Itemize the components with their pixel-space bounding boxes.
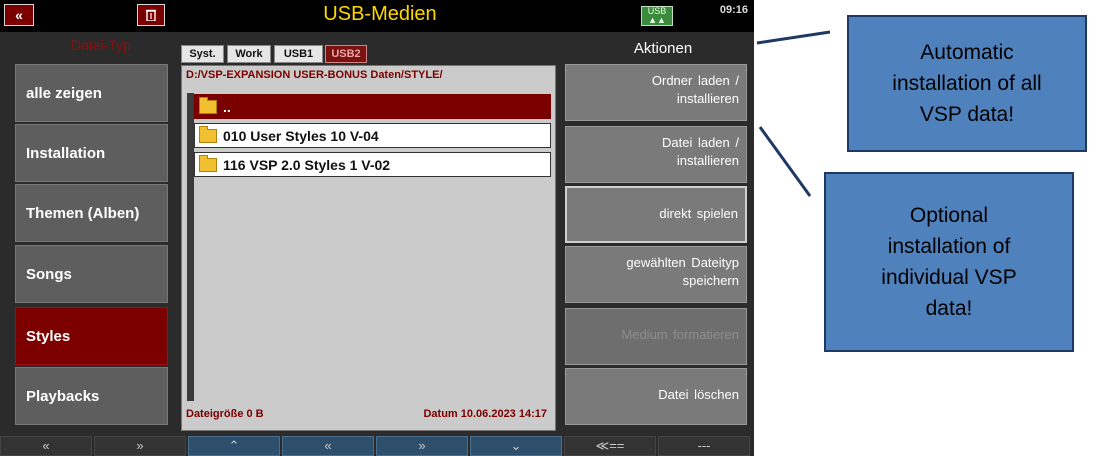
clock: 09:16: [719, 4, 748, 16]
open-folder-icon: [199, 96, 217, 114]
scroll-bottom-button[interactable]: ⌄: [470, 436, 562, 456]
action-label-line1: Datei laden /: [662, 135, 739, 150]
folder-icon: [199, 154, 217, 172]
load-folder-install-button[interactable]: Ordner laden / installieren: [565, 64, 747, 121]
back-button[interactable]: «: [4, 4, 34, 26]
action-label-line1: Datei löschen: [658, 387, 739, 402]
action-label-line2: installieren: [676, 91, 739, 106]
file-type-songs[interactable]: Songs: [15, 245, 168, 303]
action-label-line1: Ordner laden /: [651, 73, 739, 88]
folder-label: 116 VSP 2.0 Styles 1 V-02: [223, 156, 391, 173]
folder-row[interactable]: 010 User Styles 10 V-04: [194, 123, 551, 148]
connector-top: [756, 30, 831, 45]
tab-syst[interactable]: Syst.: [181, 45, 224, 63]
action-label-line1: gewählten Dateityp: [626, 255, 739, 270]
page-title: USB-Medien: [323, 3, 437, 25]
page-down-left-button[interactable]: »: [94, 436, 186, 456]
current-path: D:/VSP-EXPANSION USER-BONUS Daten/STYLE/: [186, 69, 443, 81]
scroll-top-button[interactable]: ⌃: [188, 436, 280, 456]
parent-folder-row[interactable]: ..: [194, 94, 551, 119]
file-type-alle-zeigen[interactable]: alle zeigen: [15, 64, 168, 122]
double-chevron-left-icon: «: [15, 7, 23, 23]
file-list: .. 010 User Styles 10 V-04 116 VSP 2.0 St…: [194, 94, 551, 181]
actions-header: Aktionen: [633, 40, 693, 57]
action-label-line1: Medium formatieren: [621, 327, 739, 342]
tab-usb2[interactable]: USB2: [325, 45, 367, 63]
empty-button[interactable]: ---: [658, 436, 750, 456]
usb-icon[interactable]: USB ▲▲: [641, 6, 673, 26]
instrument-screen: « USB-Medien USB ▲▲ 09:16 Datei-Typ alle …: [0, 0, 754, 456]
connector-bottom: [758, 126, 812, 197]
bottom-nav: «» ⌃ «» ⌄ ≪== ---: [0, 436, 754, 456]
delete-file-button[interactable]: Datei löschen: [565, 368, 747, 425]
trash-icon: [146, 9, 156, 22]
file-type-header: Datei-Typ: [71, 37, 131, 53]
file-browser-panel: D:/VSP-EXPANSION USER-BONUS Daten/STYLE/…: [181, 65, 556, 431]
parent-folder-label: ..: [223, 98, 231, 115]
callout-optional-install: Optional installation of individual VSP …: [824, 172, 1074, 352]
save-file-type-button[interactable]: gewählten Dateityp speichern: [565, 246, 747, 303]
action-label-line2: speichern: [682, 273, 739, 288]
scrollbar[interactable]: [187, 93, 194, 401]
play-direct-button[interactable]: direkt spielen: [565, 186, 747, 243]
action-label-line2: installieren: [676, 153, 739, 168]
scroll-up-button[interactable]: «: [282, 436, 374, 456]
page-up-left-button[interactable]: «: [0, 436, 92, 456]
file-size: Dateigröße 0 B: [186, 408, 264, 420]
file-type-themen-alben[interactable]: Themen (Alben): [15, 184, 168, 242]
folder-row[interactable]: 116 VSP 2.0 Styles 1 V-02: [194, 152, 551, 177]
folder-label: 010 User Styles 10 V-04: [223, 127, 379, 144]
load-file-install-button[interactable]: Datei laden / installieren: [565, 126, 747, 183]
delete-button[interactable]: [137, 4, 165, 26]
callout-automatic-install: Automatic installation of all VSP data!: [847, 15, 1087, 152]
back-arrow-button[interactable]: ≪==: [564, 436, 656, 456]
action-label-line1: direkt spielen: [659, 206, 738, 221]
file-type-playbacks[interactable]: Playbacks: [15, 367, 168, 425]
file-date: Datum 10.06.2023 14:17: [423, 408, 547, 420]
folder-icon: [199, 125, 217, 143]
file-type-installation[interactable]: Installation: [15, 124, 168, 182]
format-medium-button[interactable]: Medium formatieren: [565, 308, 747, 365]
top-bar: « USB-Medien USB ▲▲ 09:16: [0, 0, 754, 32]
tab-work[interactable]: Work: [227, 45, 271, 63]
file-type-styles[interactable]: Styles: [15, 307, 168, 365]
tab-usb1[interactable]: USB1: [274, 45, 323, 63]
scroll-down-button[interactable]: »: [376, 436, 468, 456]
